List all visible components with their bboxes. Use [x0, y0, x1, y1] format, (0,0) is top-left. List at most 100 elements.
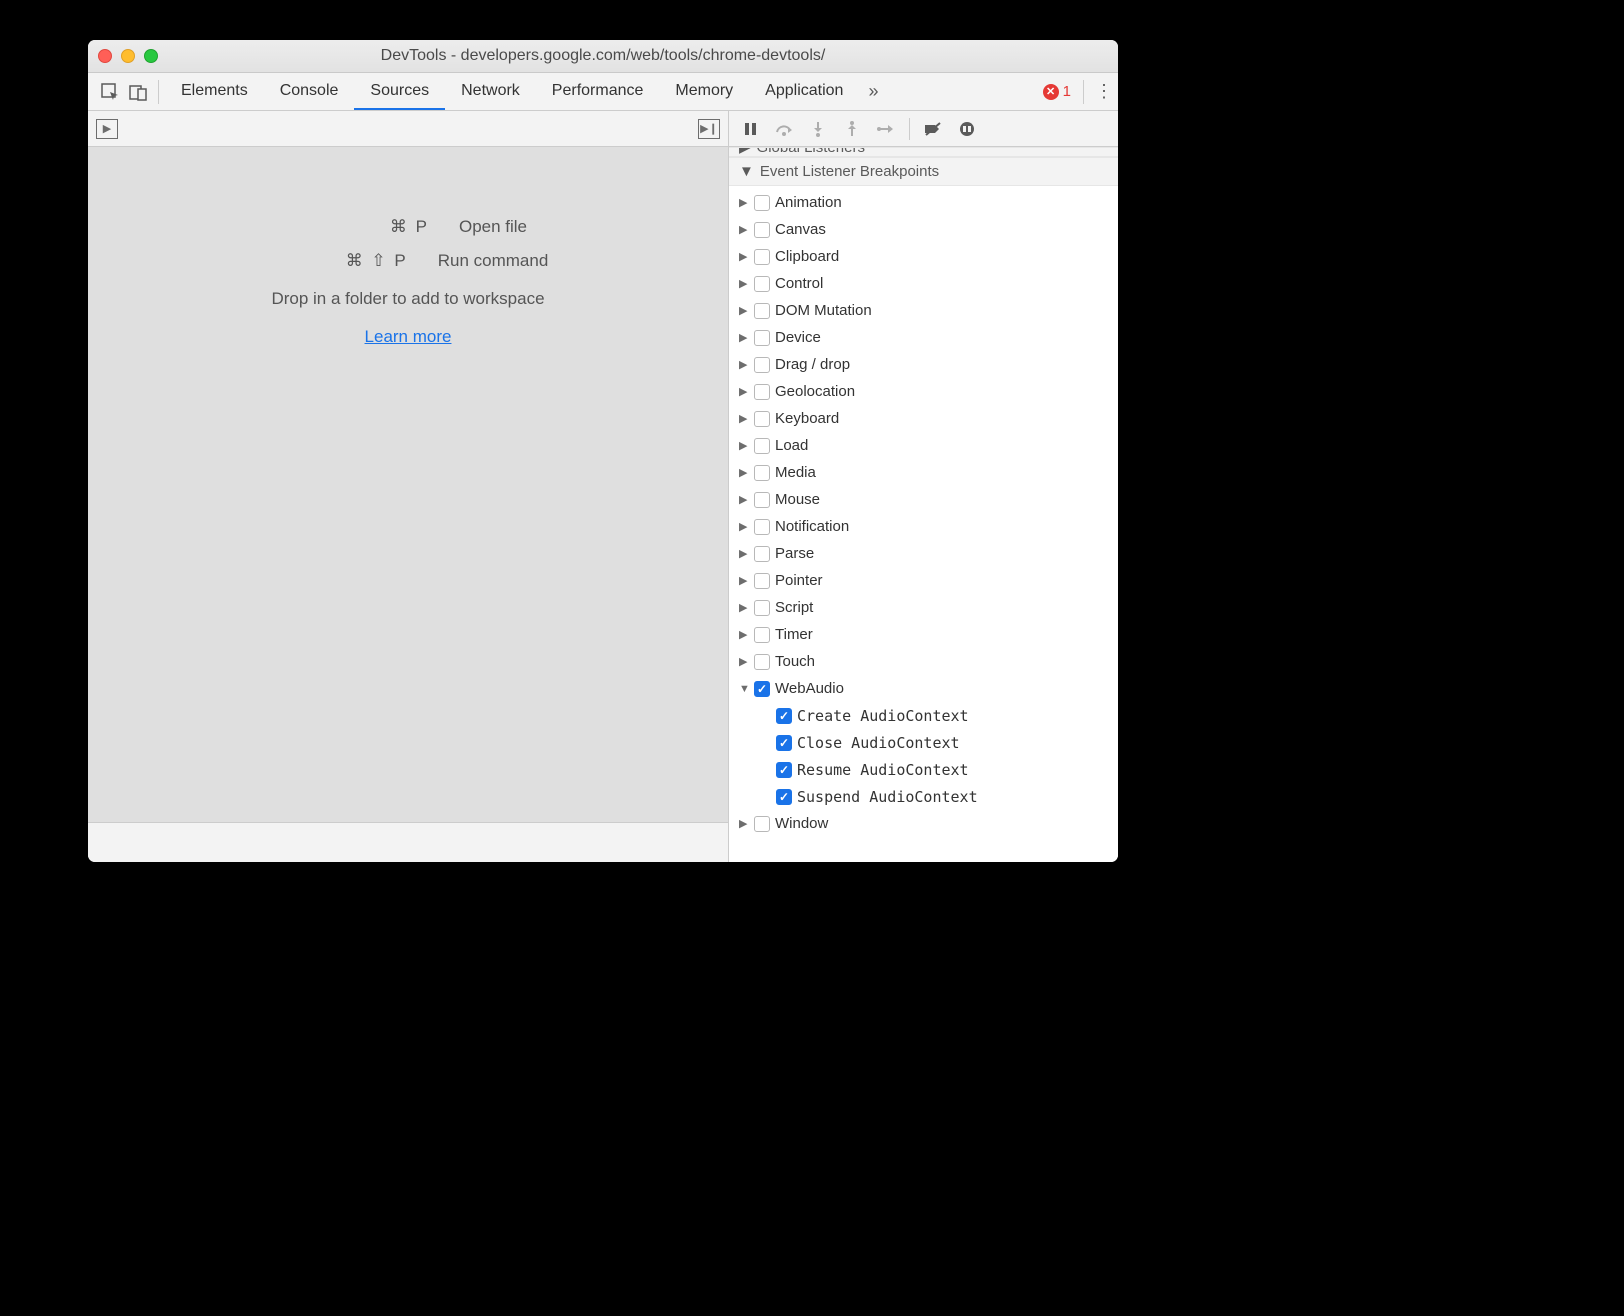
expand-icon[interactable]: ▶	[739, 520, 749, 533]
breakpoint-category[interactable]: ▶Notification	[729, 513, 1118, 540]
breakpoint-category[interactable]: ▶Pointer	[729, 567, 1118, 594]
category-label: Media	[775, 464, 816, 481]
breakpoint-category[interactable]: ▶Canvas	[729, 216, 1118, 243]
step-out-icon[interactable]	[841, 118, 863, 140]
expand-icon: ▶	[739, 147, 751, 156]
checkbox[interactable]	[754, 195, 770, 211]
step-over-icon[interactable]	[773, 118, 795, 140]
checkbox[interactable]	[754, 222, 770, 238]
expand-icon[interactable]: ▶	[739, 601, 749, 614]
checkbox[interactable]	[754, 357, 770, 373]
expand-icon[interactable]: ▶	[739, 817, 749, 830]
checkbox[interactable]	[754, 384, 770, 400]
tab-elements[interactable]: Elements	[165, 73, 264, 110]
checkbox[interactable]	[754, 600, 770, 616]
section-event-listener-breakpoints[interactable]: ▼ Event Listener Breakpoints	[729, 157, 1118, 186]
checkbox[interactable]	[754, 627, 770, 643]
checkbox[interactable]	[754, 303, 770, 319]
tab-network[interactable]: Network	[445, 73, 536, 110]
checkbox[interactable]	[754, 816, 770, 832]
maximize-window-button[interactable]	[144, 49, 158, 63]
category-label: Parse	[775, 545, 814, 562]
expand-icon[interactable]: ▶	[739, 385, 749, 398]
collapse-icon[interactable]: ▼	[739, 683, 749, 695]
deactivate-breakpoints-icon[interactable]	[922, 118, 944, 140]
step-into-icon[interactable]	[807, 118, 829, 140]
pause-icon[interactable]	[739, 118, 761, 140]
breakpoint-category[interactable]: ▶Device	[729, 324, 1118, 351]
checkbox[interactable]	[754, 546, 770, 562]
checkbox[interactable]	[754, 519, 770, 535]
step-icon[interactable]	[875, 118, 897, 140]
expand-icon[interactable]: ▶	[739, 412, 749, 425]
section-global-listeners[interactable]: ▶ Global Listeners	[729, 147, 1118, 157]
expand-icon[interactable]: ▶	[739, 223, 749, 236]
expand-icon[interactable]: ▶	[739, 196, 749, 209]
tab-memory[interactable]: Memory	[659, 73, 749, 110]
breakpoint-category[interactable]: ▶ Parse	[729, 540, 1118, 567]
expand-icon[interactable]: ▶	[739, 439, 749, 452]
learn-more-link[interactable]: Learn more	[365, 327, 452, 347]
breakpoint-event[interactable]: Create AudioContext	[729, 702, 1118, 729]
checkbox[interactable]	[754, 654, 770, 670]
expand-icon[interactable]: ▶	[739, 304, 749, 317]
overflow-tabs-icon[interactable]: »	[859, 78, 887, 106]
show-debugger-icon[interactable]: ▶❙	[698, 119, 720, 139]
expand-icon[interactable]: ▶	[739, 655, 749, 668]
minimize-window-button[interactable]	[121, 49, 135, 63]
checkbox[interactable]	[754, 249, 770, 265]
error-count-badge[interactable]: ✕ 1	[1037, 83, 1077, 100]
checkbox[interactable]	[754, 330, 770, 346]
device-toggle-icon[interactable]	[124, 78, 152, 106]
show-navigator-icon[interactable]: ▶	[96, 119, 118, 139]
expand-icon[interactable]: ▶	[739, 547, 749, 560]
breakpoint-category[interactable]: ▶Drag / drop	[729, 351, 1118, 378]
breakpoint-category[interactable]: ▶Window	[729, 810, 1118, 837]
inspect-element-icon[interactable]	[96, 78, 124, 106]
breakpoint-category[interactable]: ▶Keyboard	[729, 405, 1118, 432]
checkbox[interactable]	[776, 762, 792, 778]
checkbox[interactable]	[754, 465, 770, 481]
expand-icon[interactable]: ▶	[739, 331, 749, 344]
checkbox[interactable]	[776, 708, 792, 724]
breakpoint-category[interactable]: ▶ Media	[729, 459, 1118, 486]
close-window-button[interactable]	[98, 49, 112, 63]
checkbox[interactable]	[776, 735, 792, 751]
expand-icon[interactable]: ▶	[739, 277, 749, 290]
breakpoint-category[interactable]: ▼WebAudio	[729, 675, 1118, 702]
tab-application[interactable]: Application	[749, 73, 859, 110]
checkbox[interactable]	[754, 573, 770, 589]
checkbox[interactable]	[754, 276, 770, 292]
pause-on-exceptions-icon[interactable]	[956, 118, 978, 140]
breakpoint-event[interactable]: Resume AudioContext	[729, 756, 1118, 783]
expand-icon[interactable]: ▶	[739, 250, 749, 263]
breakpoint-category[interactable]: ▶Script	[729, 594, 1118, 621]
category-label: Animation	[775, 194, 842, 211]
breakpoint-category[interactable]: ▶Load	[729, 432, 1118, 459]
tab-console[interactable]: Console	[264, 73, 355, 110]
expand-icon[interactable]: ▶	[739, 466, 749, 479]
category-label: Timer	[775, 626, 813, 643]
breakpoint-category[interactable]: ▶Control	[729, 270, 1118, 297]
breakpoint-category[interactable]: ▶Touch	[729, 648, 1118, 675]
expand-icon[interactable]: ▶	[739, 358, 749, 371]
tab-sources[interactable]: Sources	[354, 73, 445, 110]
more-menu-icon[interactable]: ⋮	[1090, 78, 1118, 106]
checkbox[interactable]	[754, 492, 770, 508]
checkbox[interactable]	[754, 411, 770, 427]
checkbox[interactable]	[754, 438, 770, 454]
expand-icon[interactable]: ▶	[739, 493, 749, 506]
expand-icon[interactable]: ▶	[739, 628, 749, 641]
breakpoint-event[interactable]: Close AudioContext	[729, 729, 1118, 756]
breakpoint-category[interactable]: ▶Clipboard	[729, 243, 1118, 270]
breakpoint-category[interactable]: ▶Geolocation	[729, 378, 1118, 405]
breakpoint-category[interactable]: ▶ Animation	[729, 189, 1118, 216]
breakpoint-event[interactable]: Suspend AudioContext	[729, 783, 1118, 810]
breakpoint-category[interactable]: ▶ Timer	[729, 621, 1118, 648]
tab-performance[interactable]: Performance	[536, 73, 660, 110]
expand-icon[interactable]: ▶	[739, 574, 749, 587]
checkbox[interactable]	[776, 789, 792, 805]
breakpoint-category[interactable]: ▶Mouse	[729, 486, 1118, 513]
breakpoint-category[interactable]: ▶DOM Mutation	[729, 297, 1118, 324]
checkbox[interactable]	[754, 681, 770, 697]
